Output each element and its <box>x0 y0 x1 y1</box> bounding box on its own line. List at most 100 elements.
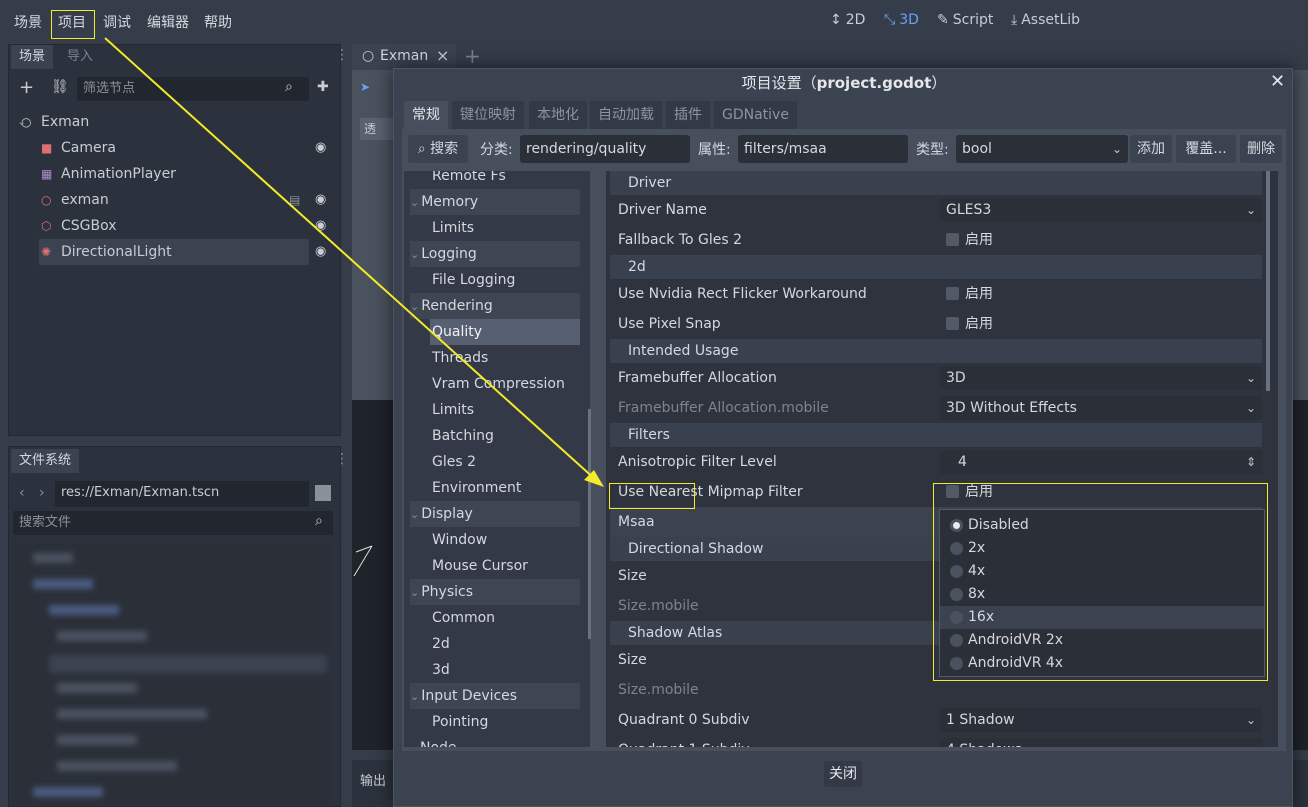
property-value[interactable]: GLES3 ⌄ <box>940 198 1262 222</box>
add-button[interactable]: 添加 <box>1130 135 1172 163</box>
enable-checkbox[interactable]: 启用 <box>940 282 1262 306</box>
category-item[interactable]: ⌄ Memory <box>410 189 580 215</box>
close-icon[interactable]: × <box>436 46 449 65</box>
scene-tree-node[interactable]: ▦ AnimationPlayer <box>9 161 309 187</box>
perspective-menu[interactable]: 透 <box>360 118 394 140</box>
tab-input-map[interactable]: 键位映射 <box>452 101 524 129</box>
split-view-icon[interactable] <box>315 485 331 501</box>
category-item[interactable]: Gles 2 <box>410 449 580 475</box>
property-value[interactable]: 3D Without Effects ⌄ <box>940 396 1262 420</box>
category-item[interactable]: ⌄ Display <box>410 501 580 527</box>
visibility-eye-icon[interactable]: ◉ <box>315 135 326 161</box>
close-icon[interactable]: ✕ <box>1270 71 1285 92</box>
filter-nodes-input[interactable]: 筛选节点 <box>77 77 309 101</box>
property-label: Use Nvidia Rect Flicker Workaround <box>618 286 867 302</box>
category-item[interactable]: Limits <box>410 397 580 423</box>
category-item[interactable]: 3d <box>410 657 580 683</box>
editor-scene-tab[interactable]: ○ Exman × <box>352 44 456 70</box>
delete-button[interactable]: 删除 <box>1240 135 1282 163</box>
dock-menu-icon[interactable]: ⋮ <box>335 451 349 467</box>
tab-import[interactable]: 导入 <box>59 45 101 69</box>
property-value[interactable]: 1 Shadow ⌄ <box>940 708 1262 732</box>
property-scrollbar[interactable] <box>1266 171 1270 391</box>
category-item[interactable]: ⌄ Input Devices <box>410 683 580 709</box>
visibility-eye-icon[interactable]: ◉ <box>315 213 326 239</box>
enable-checkbox[interactable]: 启用 <box>940 228 1262 252</box>
path-field[interactable]: res://Exman/Exman.tscn <box>55 481 309 507</box>
category-item[interactable]: Mouse Cursor <box>410 553 580 579</box>
dock-menu-icon[interactable]: ⋮ <box>335 47 349 63</box>
category-item[interactable]: File Logging <box>410 267 580 293</box>
property-value[interactable]: 4 Shadows ⌄ <box>940 738 1262 747</box>
scene-tree-node[interactable]: ⌄ ○ Exman <box>9 109 309 135</box>
link-icon[interactable]: ⛓ <box>51 79 69 95</box>
expand-arrow-icon[interactable]: ⌄ <box>410 586 419 599</box>
category-item[interactable]: Pointing <box>410 709 580 735</box>
menu-help[interactable]: 帮助 <box>204 12 232 32</box>
mode-2d-button[interactable]: ↕ 2D <box>830 12 865 28</box>
select-tool-icon[interactable]: ➤ <box>360 80 370 94</box>
add-node-icon[interactable]: + <box>19 77 34 98</box>
menu-project-highlight <box>51 10 95 39</box>
category-item[interactable]: Remote Fs <box>410 171 580 189</box>
category-item[interactable]: Common <box>410 605 580 631</box>
close-button[interactable]: 关闭 <box>824 761 862 787</box>
category-scrollbar[interactable] <box>588 409 591 639</box>
mode-3d-button[interactable]: ⤡ 3D <box>884 12 919 28</box>
category-item[interactable]: ⌄ Physics <box>410 579 580 605</box>
expand-arrow-icon[interactable]: ⌄ <box>410 196 419 209</box>
mode-script-button[interactable]: ✎ Script <box>937 12 993 28</box>
property-value[interactable]: 3D ⌄ <box>940 366 1262 390</box>
category-item[interactable]: Limits <box>410 215 580 241</box>
scene-tree-node[interactable]: ⬡ CSGBox <box>9 213 309 239</box>
search-button[interactable]: ⌕ 搜索 <box>408 135 468 163</box>
category-label: Window <box>432 532 488 548</box>
tab-autoload[interactable]: 自动加载 <box>590 101 662 129</box>
clapper-icon[interactable]: ▤ <box>289 187 300 213</box>
back-icon[interactable]: ‹ <box>19 485 25 501</box>
scene-tree-label: exman <box>61 192 109 208</box>
tab-filesystem[interactable]: 文件系统 <box>11 449 80 473</box>
tab-localization[interactable]: 本地化 <box>529 101 587 129</box>
tab-general[interactable]: 常规 <box>404 101 448 129</box>
enable-checkbox[interactable]: 启用 <box>940 312 1262 336</box>
category-item[interactable]: Quality <box>430 319 580 345</box>
expand-arrow-icon[interactable]: ⌄ <box>410 690 419 703</box>
category-item[interactable]: Window <box>410 527 580 553</box>
expand-arrow-icon[interactable]: ⌄ <box>410 248 419 261</box>
attach-script-icon[interactable]: ✚ <box>317 79 329 95</box>
expand-arrow-icon[interactable]: ⌄ <box>410 300 419 313</box>
menu-debug[interactable]: 调试 <box>103 12 131 32</box>
scene-tree-node[interactable]: ✺ DirectionalLight <box>39 239 309 265</box>
menu-editor[interactable]: 编辑器 <box>147 12 189 32</box>
visibility-eye-icon[interactable]: ◉ <box>315 239 326 265</box>
category-item[interactable]: Batching <box>410 423 580 449</box>
tab-plugins[interactable]: 插件 <box>666 101 710 129</box>
scene-tree-node[interactable]: ○ exman <box>9 187 309 213</box>
search-files-input[interactable]: 搜索文件 <box>13 511 333 535</box>
category-item[interactable]: Threads <box>410 345 580 371</box>
category-item[interactable]: ⌄ Rendering <box>410 293 580 319</box>
type-select[interactable]: bool ⌄ <box>956 135 1128 163</box>
tab-output[interactable]: 输出 <box>360 770 386 789</box>
menu-scene[interactable]: 场景 <box>14 12 42 32</box>
property-field[interactable]: filters/msaa <box>738 135 908 163</box>
category-item[interactable]: Vram Compression <box>410 371 580 397</box>
category-item[interactable]: Node <box>410 735 580 747</box>
expand-arrow-icon[interactable]: ⌄ <box>410 508 419 521</box>
category-label: Mouse Cursor <box>432 558 528 574</box>
visibility-eye-icon[interactable]: ◉ <box>315 187 326 213</box>
forward-icon[interactable]: › <box>39 485 45 501</box>
category-item[interactable]: 2d <box>410 631 580 657</box>
tab-gdnative[interactable]: GDNative <box>714 101 797 129</box>
tab-scene[interactable]: 场景 <box>11 45 54 69</box>
property-value[interactable]: 4 ⇕ <box>940 450 1262 474</box>
category-item[interactable]: Environment <box>410 475 580 501</box>
category-item[interactable]: ⌄ Logging <box>410 241 580 267</box>
category-label: Limits <box>432 220 474 236</box>
add-tab-icon[interactable]: + <box>464 44 481 68</box>
scene-tree-node[interactable]: ■ Camera <box>9 135 309 161</box>
mode-assetlib-button[interactable]: ⤓ AssetLib <box>1011 12 1080 28</box>
override-button[interactable]: 覆盖... <box>1176 135 1236 163</box>
category-field[interactable]: rendering/quality <box>520 135 690 163</box>
